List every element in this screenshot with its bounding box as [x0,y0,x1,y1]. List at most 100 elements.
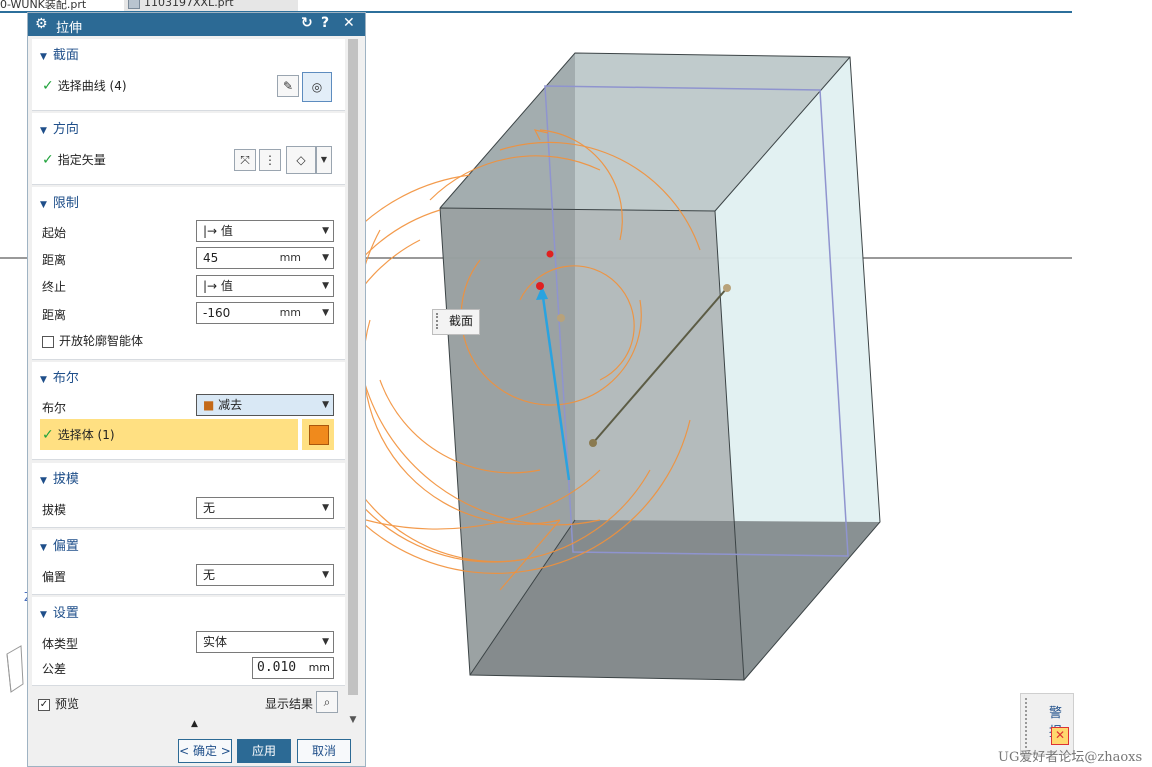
boolean-value: 减去 [218,398,243,412]
unit-label: mm [279,251,301,264]
offset-group: ▼ 偏置 偏置 无 ▼ [32,530,345,595]
draft-label: 拔模 [42,503,67,517]
drag-grip-icon[interactable] [436,313,444,329]
dialog-title: 拉伸 [56,21,83,36]
apply-button[interactable]: 应用 [237,739,291,763]
watermark: UG爱好者论坛@zhaoxs [998,750,1143,765]
limits-group: ▼ 限制 起始 |→ 值 ▼ 距离 45 mm ▼ 终止 |→ 值 ▼ 距离 -160 mm… [32,187,345,360]
collapse-triangle-icon: ▼ [40,126,47,136]
handle-point [723,284,731,292]
start-distance-field[interactable]: 45 mm ▼ [196,247,334,269]
inferred-vector-icon[interactable]: ◇ [286,146,316,174]
vector-origin-point [536,282,544,290]
collapse-triangle-icon: ▼ [40,543,47,553]
scrollbar-thumb[interactable] [348,39,358,695]
offset-title: 偏置 [52,539,79,554]
gear-icon[interactable]: ⚙ [35,16,48,32]
document-tab-active[interactable]: 1103197XXL.prt [124,0,298,11]
error-icon[interactable]: ✕ [1051,727,1069,745]
boolean-label: 布尔 [42,401,67,415]
reverse-direction-icon[interactable]: ⤧ [234,149,256,171]
start-type-dropdown[interactable]: |→ 值 ▼ [196,220,334,242]
dialog-content: ▼ 截面 ✓ 选择曲线 (4) ✎ ◎ ▼ 方向 ✓ 指定矢量 ⤧ ⋮ ◇ ▼ ▼ 限制 … [32,39,345,731]
show-result-label: 显示结果 [265,697,314,711]
tolerance-value: 0.010 [257,660,297,675]
end-type-value: 值 [220,279,233,293]
end-distance-value: -160 [203,306,231,320]
preview-checkbox[interactable]: ✓ [38,698,50,711]
open-profile-row[interactable]: 开放轮廓智能体 [42,332,143,352]
draft-value: 无 [203,501,216,515]
vector-dialog-icon[interactable]: ⋮ [259,149,281,171]
solid-body-shape [309,425,329,445]
boolean-group: ▼ 布尔 布尔 ■ 减去 ▼ ✓ 选择体 (1) [32,362,345,460]
scroll-down-icon[interactable]: ▼ [346,715,360,729]
draft-group: ▼ 拔模 拔模 无 ▼ [32,463,345,528]
chevron-down-icon: ▼ [322,503,329,513]
document-tab[interactable]: 0-WUNK装配.prt [0,0,118,11]
help-icon[interactable]: ? [321,15,329,31]
vector-dropdown-icon[interactable]: ▼ [316,146,332,174]
specify-vector-row[interactable]: ✓ 指定矢量 [42,151,106,171]
boolean-group-header[interactable]: ▼ 布尔 [40,367,79,386]
section-floating-label[interactable]: 截面 [432,309,481,335]
reset-icon[interactable]: ↻ [301,15,313,31]
draft-dropdown[interactable]: 无 ▼ [196,497,334,519]
close-icon[interactable]: ✕ [343,15,355,31]
view-cube-fragment[interactable] [5,644,27,694]
sketch-section-icon[interactable]: ✎ [277,75,299,97]
draft-title: 拔模 [52,472,79,487]
solid-body-icon[interactable] [302,419,334,450]
end-type-dropdown[interactable]: |→ 值 ▼ [196,275,334,297]
tolerance-field[interactable]: 0.010 mm [252,657,334,679]
chevron-down-icon: ▼ [322,637,329,647]
select-body-row[interactable]: ✓ 选择体 (1) [40,419,298,450]
chevron-down-icon: ▼ [322,226,329,236]
chevron-down-icon: ▼ [322,253,329,263]
body-type-value: 实体 [203,635,228,649]
limits-group-header[interactable]: ▼ 限制 [40,192,79,211]
section-group: ▼ 截面 ✓ 选择曲线 (4) ✎ ◎ [32,39,345,111]
draft-group-header[interactable]: ▼ 拔模 [40,468,79,487]
offset-dropdown[interactable]: 无 ▼ [196,564,334,586]
section-group-header[interactable]: ▼ 截面 [40,44,79,63]
cancel-button[interactable]: 取消 [297,739,351,763]
specify-vector-label: 指定矢量 [57,153,106,167]
section-title: 截面 [52,48,79,63]
preview-row[interactable]: ✓ 预览 [38,695,79,715]
offset-group-header[interactable]: ▼ 偏置 [40,535,79,554]
tab-label: 0-WUNK装配.prt [0,0,87,11]
collapse-triangle-icon: ▼ [40,52,47,62]
dialog-scrollbar[interactable]: ▼ [346,39,360,729]
settings-title: 设置 [52,606,79,621]
body-type-label: 体类型 [42,637,79,651]
drag-grip-icon[interactable] [1025,698,1033,748]
collapse-triangle-icon: ▼ [40,476,47,486]
open-profile-label: 开放轮廓智能体 [59,334,144,348]
extrude-dialog: ⚙ 拉伸 ↻ ? ✕ ▼ 截面 ✓ 选择曲线 (4) ✎ ◎ ▼ 方向 ✓ 指定矢量 ⤧… [27,12,366,767]
ok-button[interactable]: < 确定 > [178,739,232,763]
expand-more-icon[interactable]: ▲ [191,719,198,729]
direction-group: ▼ 方向 ✓ 指定矢量 ⤧ ⋮ ◇ ▼ [32,113,345,185]
body-type-dropdown[interactable]: 实体 ▼ [196,631,334,653]
settings-group-header[interactable]: ▼ 设置 [40,602,79,621]
dialog-titlebar: ⚙ 拉伸 ↻ ? ✕ [28,13,365,36]
floating-label-text: 截面 [449,314,474,328]
select-curve-row[interactable]: ✓ 选择曲线 (4) [42,77,127,97]
collapse-triangle-icon: ▼ [40,200,47,210]
offset-label: 偏置 [42,570,67,584]
handle-point [589,439,597,447]
direction-group-header[interactable]: ▼ 方向 [40,118,79,137]
collapse-triangle-icon: ▼ [40,610,47,620]
curve-select-icon[interactable]: ◎ [302,72,332,102]
offset-value: 无 [203,568,216,582]
part-file-icon [128,0,140,9]
checkmark-icon: ✓ [42,427,54,443]
collapse-triangle-icon: ▼ [40,375,47,385]
open-profile-checkbox[interactable] [42,335,54,348]
boolean-dropdown[interactable]: ■ 减去 ▼ [196,394,334,416]
end-distance-field[interactable]: -160 mm ▼ [196,302,334,324]
handle-point [557,314,565,322]
magnifier-icon[interactable]: ⌕ [316,691,338,713]
chevron-down-icon: ▼ [322,308,329,318]
